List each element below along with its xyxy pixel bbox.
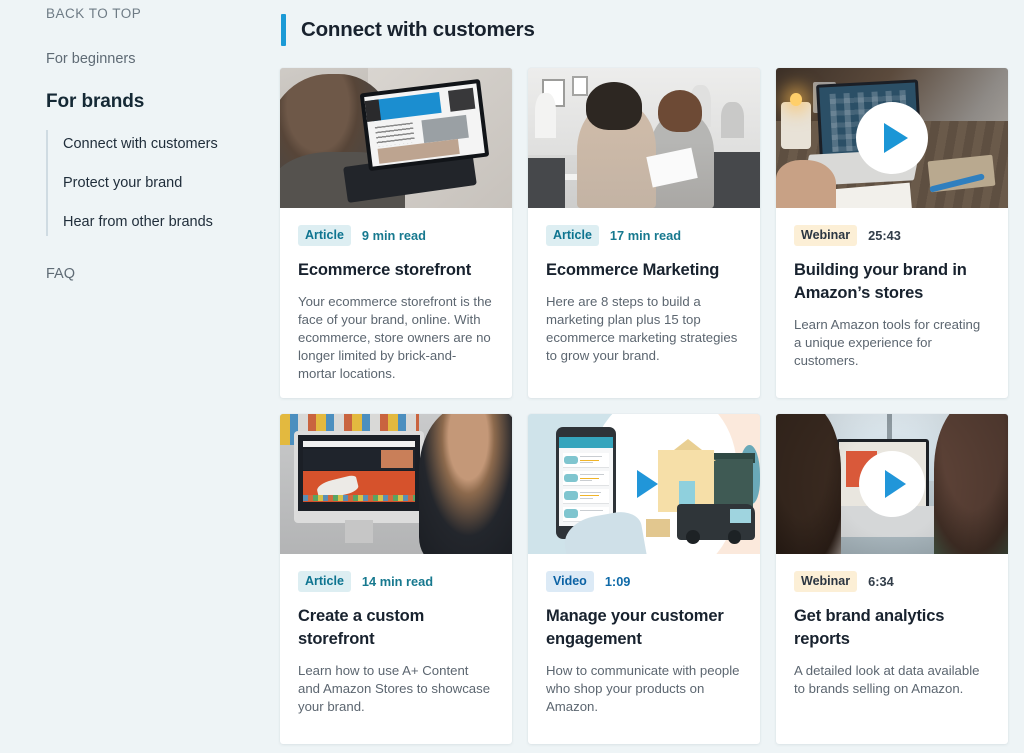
card-media-thumbnail[interactable] (280, 68, 512, 208)
card-body: Video 1:09 Manage your customer engageme… (528, 554, 760, 744)
page-title: Connect with customers (301, 18, 535, 41)
card-meta-row: Article 14 min read (298, 571, 494, 592)
card-body: Article 14 min read Create a custom stor… (280, 554, 512, 744)
card-media-thumbnail[interactable] (280, 414, 512, 554)
woman-laptop-couch-photo (280, 68, 512, 208)
sidebar-item-faq[interactable]: FAQ (46, 264, 272, 284)
card-body: Article 9 min read Ecommerce storefront … (280, 208, 512, 398)
sidebar-section-for-brands[interactable]: For brands (46, 90, 272, 114)
back-to-top-link[interactable]: BACK TO TOP (46, 0, 272, 23)
card-meta-row: Article 9 min read (298, 225, 494, 246)
card-title[interactable]: Manage your customer engagement (546, 605, 742, 651)
card-title[interactable]: Create a custom storefront (298, 605, 494, 651)
content-card[interactable]: Webinar 25:43 Building your brand in Ama… (776, 68, 1008, 398)
card-duration: 17 min read (609, 228, 682, 243)
card-meta-row: Webinar 25:43 (794, 225, 990, 246)
content-type-badge: Webinar (794, 225, 858, 246)
card-title[interactable]: Get brand analytics reports (794, 605, 990, 651)
card-description: A detailed look at data available to bra… (794, 663, 980, 696)
card-body: Webinar 6:34 Get brand analytics reports… (776, 554, 1008, 744)
sidebar-item-protect-your-brand[interactable]: Protect your brand (63, 169, 272, 197)
content-card[interactable]: Webinar 6:34 Get brand analytics reports… (776, 414, 1008, 744)
content-type-badge: Article (298, 225, 351, 246)
content-card[interactable]: Article 17 min read Ecommerce Marketing … (528, 68, 760, 398)
card-meta-row: Video 1:09 (546, 571, 742, 592)
main-content: Connect with customers Article 9 min rea… (272, 0, 1024, 753)
card-duration: 14 min read (361, 574, 434, 589)
card-media-thumbnail[interactable] (776, 414, 1008, 554)
card-description: How to communicate with people who shop … (546, 663, 740, 714)
content-type-badge: Webinar (794, 571, 858, 592)
sidebar-item-hear-from-other-brands[interactable]: Hear from other brands (63, 208, 272, 236)
title-accent-bar (281, 14, 286, 46)
content-type-badge: Video (546, 571, 594, 592)
card-media-thumbnail[interactable] (528, 414, 760, 554)
card-meta-row: Article 17 min read (546, 225, 742, 246)
sidebar-item-connect-with-customers[interactable]: Connect with customers (63, 130, 272, 158)
card-description: Learn how to use A+ Content and Amazon S… (298, 663, 491, 714)
card-duration: 9 min read (361, 228, 426, 243)
content-card[interactable]: Video 1:09 Manage your customer engageme… (528, 414, 760, 744)
play-button-icon[interactable] (859, 451, 925, 517)
content-card[interactable]: Article 9 min read Ecommerce storefront … (280, 68, 512, 398)
card-media-thumbnail[interactable] (776, 68, 1008, 208)
card-duration: 1:09 (604, 574, 631, 589)
card-media-thumbnail[interactable] (528, 68, 760, 208)
card-body: Article 17 min read Ecommerce Marketing … (528, 208, 760, 398)
man-imac-storefront-photo (280, 414, 512, 554)
card-description: Here are 8 steps to build a marketing pl… (546, 294, 738, 363)
content-type-badge: Article (546, 225, 599, 246)
sidebar-item-for-beginners[interactable]: For beginners (46, 49, 272, 69)
content-card-grid: Article 9 min read Ecommerce storefront … (280, 48, 1024, 744)
card-description: Learn Amazon tools for creating a unique… (794, 317, 981, 368)
card-meta-row: Webinar 6:34 (794, 571, 990, 592)
page-header: Connect with customers (272, 0, 1024, 48)
play-button-icon[interactable] (611, 451, 677, 517)
play-button-icon[interactable] (856, 102, 928, 174)
card-description: Your ecommerce storefront is the face of… (298, 294, 492, 381)
content-card[interactable]: Article 14 min read Create a custom stor… (280, 414, 512, 744)
sidebar-sub-navigation: Connect with customers Protect your bran… (46, 130, 272, 236)
card-body: Webinar 25:43 Building your brand in Ama… (776, 208, 1008, 398)
card-title[interactable]: Building your brand in Amazon’s stores (794, 259, 990, 305)
card-title[interactable]: Ecommerce Marketing (546, 259, 742, 282)
card-duration: 6:34 (868, 574, 894, 589)
card-title[interactable]: Ecommerce storefront (298, 259, 494, 282)
card-duration: 25:43 (868, 228, 901, 243)
sidebar-navigation: BACK TO TOP For beginners For brands Con… (0, 0, 272, 753)
content-type-badge: Article (298, 571, 351, 592)
two-women-office-photo (528, 68, 760, 208)
